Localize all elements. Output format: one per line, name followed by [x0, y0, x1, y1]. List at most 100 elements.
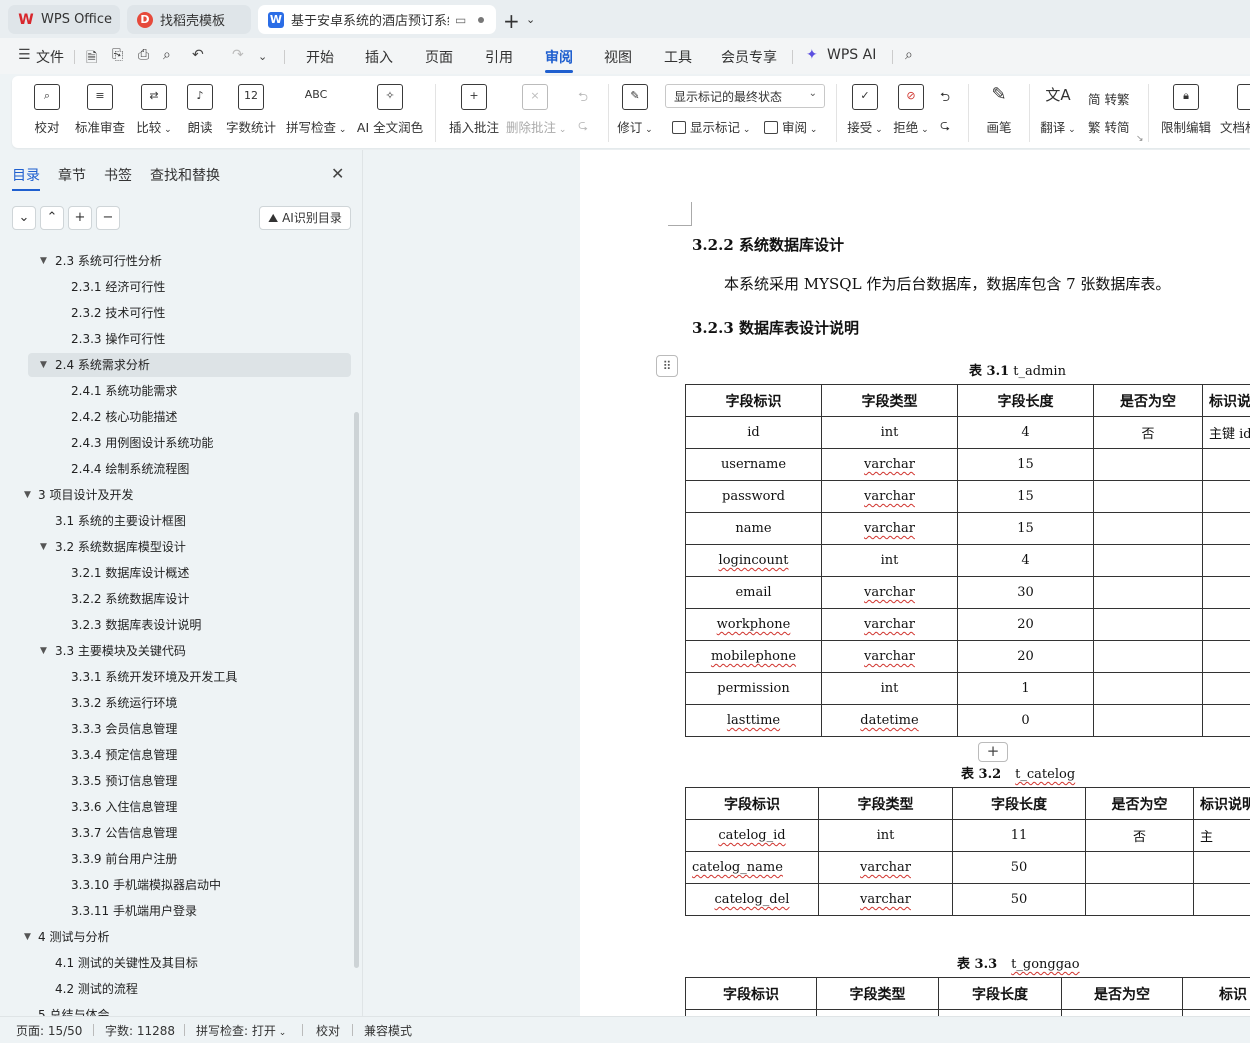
- table-cell[interactable]: varchar: [818, 883, 953, 916]
- undo-icon[interactable]: ↶: [192, 47, 204, 63]
- table-cell[interactable]: lasttime: [685, 704, 822, 737]
- table-row[interactable]: password varchar 15: [685, 480, 1250, 513]
- table-row[interactable]: name varchar 15: [685, 512, 1250, 545]
- tab-bookmarks[interactable]: 书签: [104, 165, 132, 185]
- collapse-all-button[interactable]: ⌄: [12, 206, 36, 230]
- prev-comment-icon[interactable]: ⮌: [578, 88, 588, 109]
- next-change-icon[interactable]: ⮎: [940, 116, 950, 137]
- table-row[interactable]: catelog_name varchar 50: [685, 851, 1250, 884]
- table-cell[interactable]: varchar: [821, 608, 958, 641]
- table-cell[interactable]: [1093, 672, 1203, 705]
- table-cell[interactable]: email: [685, 576, 822, 609]
- menu-tools[interactable]: 工具: [664, 47, 692, 67]
- table-cell[interactable]: varchar: [818, 851, 953, 884]
- to-traditional-button[interactable]: 简 转繁: [1088, 89, 1130, 108]
- tab-toc[interactable]: 目录: [12, 165, 40, 191]
- table-cell[interactable]: [1093, 640, 1203, 673]
- restrict-editing-button[interactable]: 🔒︎ 限制编辑: [1158, 76, 1214, 148]
- table-row[interactable]: workphone varchar 20: [685, 608, 1250, 641]
- print-icon[interactable]: ⎙: [138, 47, 149, 63]
- table-cell[interactable]: datetime: [821, 704, 958, 737]
- table-cell[interactable]: [1202, 640, 1250, 673]
- table-t-catelog[interactable]: 字段标识 字段类型 字段长度 是否为空 标识说明 catelog_id int 11…: [685, 787, 1250, 916]
- table-cell[interactable]: workphone: [685, 608, 822, 641]
- add-row-plus-icon[interactable]: +: [978, 742, 1008, 762]
- table-cell[interactable]: varchar: [821, 640, 958, 673]
- table-cell[interactable]: 11: [952, 819, 1086, 852]
- table-cell[interactable]: 15: [957, 448, 1094, 481]
- table-cell[interactable]: 主键 id: [1202, 416, 1250, 449]
- table-cell[interactable]: int: [818, 819, 953, 852]
- remove-heading-button[interactable]: −: [96, 206, 120, 230]
- accept-button[interactable]: ✓ 接受 ⌄: [846, 76, 884, 148]
- expand-arrow-icon[interactable]: ▼: [40, 353, 47, 377]
- table-cell[interactable]: 否: [1093, 416, 1203, 449]
- review-pane-button[interactable]: 审阅 ⌄: [764, 117, 817, 136]
- export-icon[interactable]: ⎘: [112, 47, 123, 63]
- unsaved-dot-icon[interactable]: [478, 16, 485, 23]
- chevron-down-icon[interactable]: ⌄: [526, 13, 535, 26]
- table-cell[interactable]: 20: [957, 608, 1094, 641]
- expand-arrow-icon[interactable]: ▼: [40, 535, 47, 559]
- table-cell[interactable]: [1202, 704, 1250, 737]
- table-cell[interactable]: [1093, 480, 1203, 513]
- table-t-gonggao[interactable]: 字段标识 字段类型 字段长度 是否为空 标识: [685, 977, 1250, 1016]
- table-cell[interactable]: id: [685, 416, 822, 449]
- table-cell[interactable]: [1093, 608, 1203, 641]
- markup-mode-select[interactable]: 显示标记的最终状态 ⌄: [665, 84, 825, 108]
- table-row[interactable]: username varchar 15: [685, 448, 1250, 481]
- proofread-status[interactable]: 校对: [316, 1022, 340, 1039]
- read-aloud-button[interactable]: ♪ 朗读: [184, 76, 216, 148]
- table-row[interactable]: lasttime datetime 0: [685, 704, 1250, 737]
- next-comment-icon[interactable]: ⮎: [578, 116, 588, 137]
- menu-file[interactable]: 文件: [36, 47, 64, 67]
- table-cell[interactable]: int: [821, 672, 958, 705]
- table-cell[interactable]: [1202, 608, 1250, 641]
- hamburger-icon[interactable]: ☰: [18, 47, 31, 63]
- tab-docer-templates[interactable]: D 找稻壳模板: [127, 5, 251, 34]
- table-cell[interactable]: varchar: [821, 448, 958, 481]
- table-cell[interactable]: 50: [952, 883, 1086, 916]
- table-cell[interactable]: [1093, 544, 1203, 577]
- pen-button[interactable]: ✎ 画笔: [984, 76, 1014, 148]
- to-simplified-button[interactable]: 繁 转简: [1088, 117, 1130, 136]
- expand-arrow-icon[interactable]: ▼: [40, 249, 47, 273]
- table-cell[interactable]: 4: [957, 416, 1094, 449]
- table-cell[interactable]: varchar: [821, 576, 958, 609]
- standard-review-button[interactable]: ≡ 标准审查: [74, 76, 126, 148]
- table-move-handle-icon[interactable]: ⠿: [656, 355, 678, 377]
- table-cell[interactable]: 否: [1085, 819, 1194, 852]
- table-cell[interactable]: [1085, 883, 1194, 916]
- close-icon[interactable]: ✕: [331, 164, 344, 183]
- chevron-down-icon[interactable]: ⌄: [258, 50, 267, 63]
- table-cell[interactable]: [1093, 448, 1203, 481]
- toc-item[interactable]: ▼ 2.4 系统需求分析: [28, 353, 351, 377]
- table-cell[interactable]: name: [685, 512, 822, 545]
- menu-wps-ai[interactable]: WPS AI: [827, 47, 876, 63]
- table-cell[interactable]: 15: [957, 512, 1094, 545]
- table-cell[interactable]: [1193, 883, 1250, 916]
- show-markup-button[interactable]: 显示标记 ⌄: [672, 117, 750, 136]
- page-indicator[interactable]: 页面: 15/50: [16, 1022, 82, 1039]
- table-cell[interactable]: 30: [957, 576, 1094, 609]
- save-icon[interactable]: 🗎: [86, 47, 97, 71]
- table-cell[interactable]: 主: [1193, 819, 1250, 852]
- table-cell[interactable]: 15: [957, 480, 1094, 513]
- ai-polish-button[interactable]: ✧ AI 全文润色: [356, 76, 424, 148]
- table-cell[interactable]: 1: [957, 672, 1094, 705]
- search-icon[interactable]: ⌕: [905, 47, 913, 63]
- table-cell[interactable]: varchar: [821, 480, 958, 513]
- prev-change-icon[interactable]: ⮌: [940, 88, 950, 109]
- table-cell[interactable]: catelog_name: [685, 851, 819, 884]
- track-changes-button[interactable]: ✎ 修订 ⌄: [616, 76, 654, 148]
- expand-arrow-icon[interactable]: ▼: [24, 925, 31, 949]
- redo-icon[interactable]: ↷: [232, 47, 244, 63]
- tab-find-replace[interactable]: 查找和替换: [150, 165, 220, 185]
- menu-view[interactable]: 视图: [604, 47, 632, 67]
- insert-comment-button[interactable]: + 插入批注: [446, 76, 502, 148]
- menu-insert[interactable]: 插入: [365, 47, 393, 67]
- add-heading-button[interactable]: +: [68, 206, 92, 230]
- table-row[interactable]: catelog_del varchar 50: [685, 883, 1250, 916]
- table-cell[interactable]: int: [821, 416, 958, 449]
- table-cell[interactable]: logincount: [685, 544, 822, 577]
